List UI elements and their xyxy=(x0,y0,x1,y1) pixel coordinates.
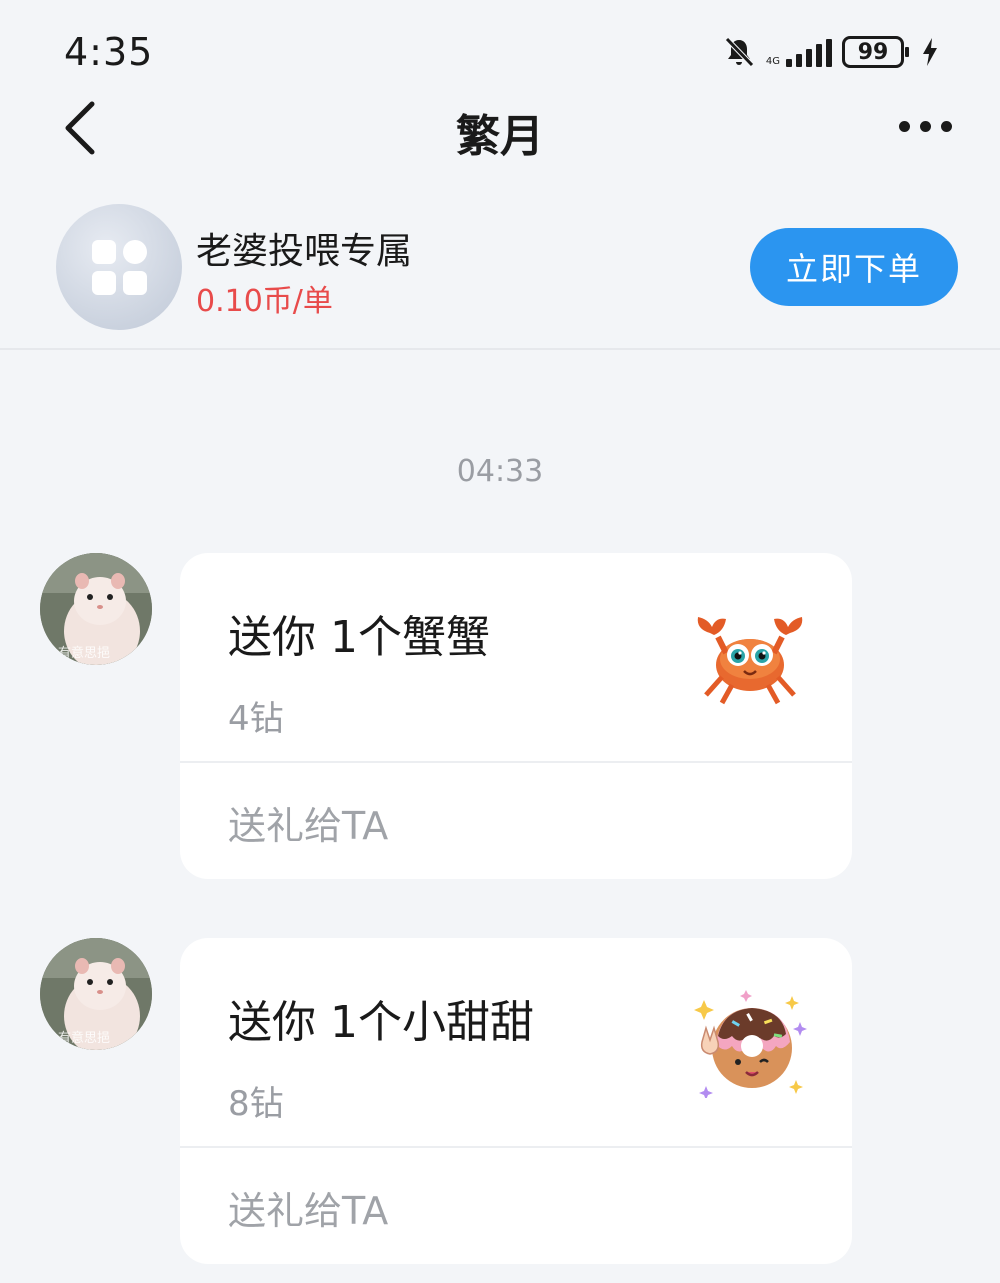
sender-avatar[interactable]: 有意思挹 xyxy=(40,938,152,1050)
battery-icon: 99 xyxy=(842,36,909,68)
sender-avatar[interactable]: 有意思挹 xyxy=(40,553,152,665)
apps-grid-icon xyxy=(91,239,147,295)
send-gift-button[interactable]: 送礼给TA xyxy=(228,795,388,850)
gift-price: 4钻 xyxy=(228,699,284,739)
donut-gift-icon xyxy=(694,990,807,1098)
card-divider xyxy=(180,1146,852,1148)
service-name: 老婆投喂专属 xyxy=(196,231,413,272)
send-gift-button[interactable]: 送礼给TA xyxy=(228,1180,388,1235)
gift-title: 送你 1个小甜甜 xyxy=(228,997,534,1048)
nav-bar: 繁月 xyxy=(0,90,1000,170)
status-icons: 4G 99 xyxy=(722,32,940,72)
gift-card[interactable]: 送你 1个蟹蟹 4钻 送礼给TA xyxy=(180,553,852,879)
gift-card[interactable]: 送你 1个小甜甜 8钻 送礼给TA xyxy=(180,938,852,1264)
signal-strength-icon: 4G xyxy=(766,37,832,67)
avatar-watermark: 有意思挹 xyxy=(58,1031,111,1046)
battery-level: 99 xyxy=(857,39,889,65)
order-now-button[interactable]: 立即下单 xyxy=(750,228,958,306)
status-time: 4:35 xyxy=(64,30,154,74)
network-type-label: 4G xyxy=(765,56,780,67)
crab-gift-icon xyxy=(697,617,803,705)
service-avatar xyxy=(56,204,182,330)
more-horizontal-icon xyxy=(898,120,910,132)
card-divider xyxy=(180,761,852,763)
chat-timestamp: 04:33 xyxy=(456,454,544,489)
page-title: 繁月 xyxy=(456,111,544,162)
service-price: 0.10币/单 xyxy=(196,284,333,319)
gift-price: 8钻 xyxy=(228,1084,284,1124)
more-options-button[interactable] xyxy=(890,104,960,148)
avatar-watermark: 有意思挹 xyxy=(58,646,111,661)
gift-title: 送你 1个蟹蟹 xyxy=(228,612,490,663)
service-order-bar: 老婆投喂专属 0.10币/单 立即下单 xyxy=(0,190,1000,350)
bell-muted-icon xyxy=(725,37,754,67)
charging-bolt-icon xyxy=(923,38,937,66)
status-bar: 4:35 4G 99 xyxy=(0,0,1000,90)
